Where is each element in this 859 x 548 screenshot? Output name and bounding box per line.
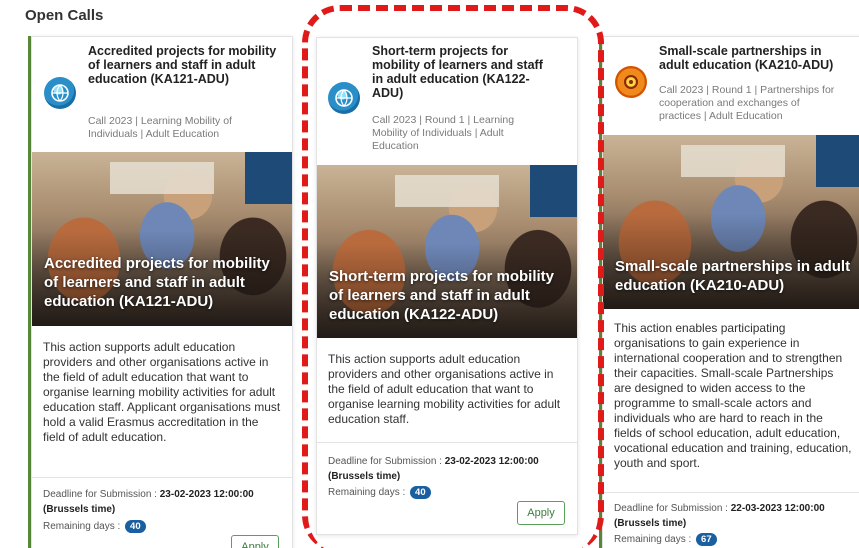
deadline-label: Deadline for Submission : (614, 503, 731, 514)
apply-button[interactable]: Apply (231, 535, 279, 548)
deadline-label: Deadline for Submission : (328, 456, 445, 467)
remaining-days-badge: 40 (410, 486, 431, 499)
card-title[interactable]: Short-term projects for mobility of lear… (372, 44, 557, 100)
remaining-days: Remaining days : 40 (328, 486, 431, 499)
apply-button[interactable]: Apply (517, 501, 565, 525)
hero-image: Small-scale partnerships in adult educat… (603, 135, 859, 309)
remaining-days-badge: 67 (696, 533, 717, 546)
card-title[interactable]: Accredited projects for mobility of lear… (88, 44, 278, 86)
remaining-label: Remaining days : (328, 487, 409, 498)
remaining-days-badge: 40 (125, 520, 146, 533)
hero-title: Small-scale partnerships in adult educat… (615, 258, 851, 294)
card-meta: Call 2023 | Round 1 | Partnerships for c… (659, 84, 835, 122)
remaining-label: Remaining days : (43, 521, 124, 532)
hero-title: Short-term projects for mobility of lear… (329, 268, 555, 323)
call-card-ka122[interactable]: Short-term projects for mobility of lear… (316, 37, 578, 535)
deadline: Deadline for Submission : 23-02-2023 12:… (328, 454, 573, 484)
card-title[interactable]: Small-scale partnerships in adult educat… (659, 44, 849, 72)
hero-image: Accredited projects for mobility of lear… (32, 152, 292, 326)
remaining-days: Remaining days : 67 (614, 533, 717, 546)
remaining-days: Remaining days : 40 (43, 520, 146, 533)
call-card-ka210[interactable]: Small-scale partnerships in adult educat… (602, 36, 859, 548)
gear-icon (615, 66, 647, 98)
deadline: Deadline for Submission : 23-02-2023 12:… (43, 487, 288, 517)
hero-image: Short-term projects for mobility of lear… (317, 165, 577, 338)
card-description: This action enables participating organi… (614, 321, 852, 470)
globe-icon (328, 82, 360, 114)
card-meta: Call 2023 | Learning Mobility of Individ… (88, 115, 232, 140)
section-title: Open Calls (25, 7, 104, 24)
card-description: This action supports adult education pro… (43, 340, 281, 444)
deadline-label: Deadline for Submission : (43, 489, 160, 500)
card-meta: Call 2023 | Round 1 | Learning Mobility … (372, 114, 515, 152)
deadline: Deadline for Submission : 22-03-2023 12:… (614, 501, 859, 531)
remaining-label: Remaining days : (614, 534, 695, 545)
hero-title: Accredited projects for mobility of lear… (44, 255, 270, 310)
card-description: This action supports adult education pro… (328, 352, 561, 426)
call-card-ka121[interactable]: Accredited projects for mobility of lear… (31, 36, 293, 548)
globe-icon (44, 77, 76, 109)
